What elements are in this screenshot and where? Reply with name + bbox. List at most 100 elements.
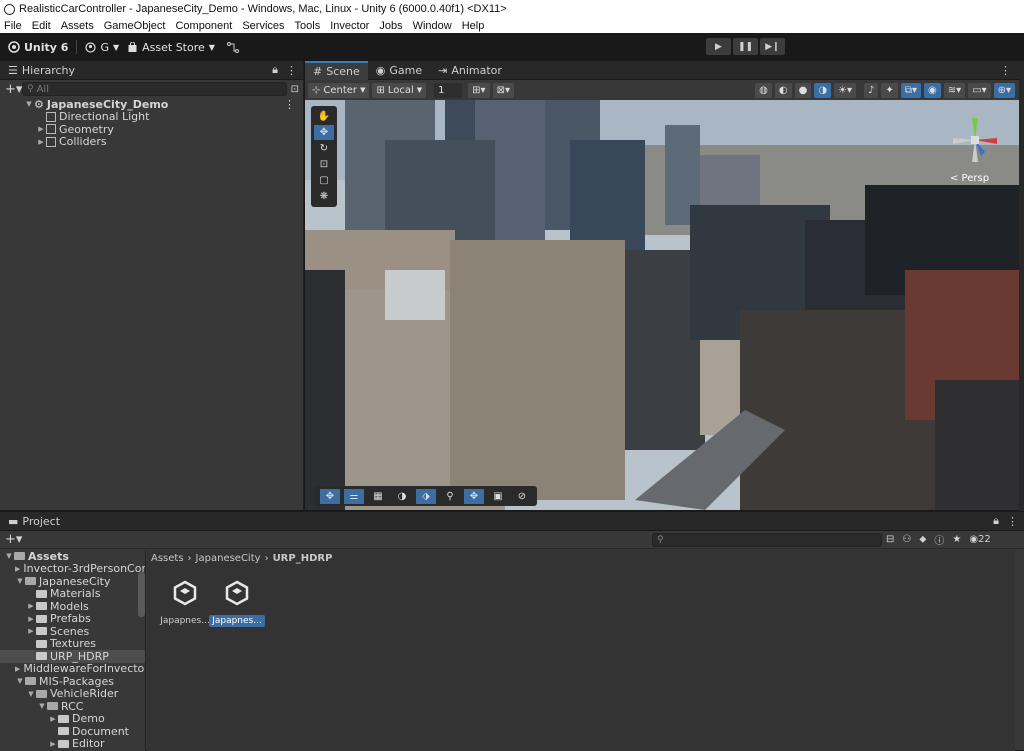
menu-services[interactable]: Services <box>242 20 284 32</box>
project-folder-row[interactable]: URP_HDRP <box>0 650 145 663</box>
expand-arrow-icon[interactable]: ▶ <box>26 615 36 623</box>
hierarchy-item-geometry[interactable]: ▶ Geometry <box>0 123 303 136</box>
tree-scrollbar[interactable] <box>138 572 145 617</box>
camera-tool[interactable]: ▣ <box>488 489 508 504</box>
lock-icon[interactable]: 🔒︎ <box>993 514 999 528</box>
grid-size-input[interactable]: 1 <box>434 82 463 98</box>
pause-button[interactable]: ❚❚ <box>733 38 758 55</box>
kebab-menu-icon[interactable]: ⋮ <box>1000 64 1011 77</box>
move-tool[interactable]: ✥ <box>314 125 334 140</box>
project-folder-row[interactable]: ▶ Scenes <box>0 625 145 638</box>
grid-snapping-button[interactable]: ⊞▾ <box>468 82 490 98</box>
menu-jobs[interactable]: Jobs <box>379 20 402 32</box>
menu-file[interactable]: File <box>4 20 22 32</box>
play-button[interactable]: ▶ <box>706 38 731 55</box>
project-folder-row[interactable]: ▼ VehicleRider <box>0 687 145 700</box>
audio-toggle[interactable]: ♪ <box>864 82 879 98</box>
project-search-input[interactable]: ⚲ <box>652 532 882 547</box>
asset-store-button[interactable]: Asset Store ▼ <box>127 41 215 54</box>
expand-arrow-icon[interactable]: ▶ <box>36 138 46 146</box>
expand-arrow-icon[interactable]: ▼ <box>4 552 14 560</box>
add-button[interactable]: +▾ <box>5 82 22 97</box>
probe-tool[interactable]: ⬗ <box>416 488 436 504</box>
menu-gameobject[interactable]: GameObject <box>104 20 166 32</box>
view-tool[interactable]: ✋ <box>314 109 334 124</box>
kebab-menu-icon[interactable]: ⋮ <box>284 98 295 111</box>
expand-arrow-icon[interactable]: ▶ <box>48 715 58 723</box>
project-folder-row[interactable]: ▼ MIS-Packages <box>0 675 145 688</box>
project-folder-row[interactable]: ▼ JapaneseCity <box>0 575 145 588</box>
pivot-space-dropdown[interactable]: ⊞ Local ▼ <box>372 82 427 98</box>
2d-lighting-button[interactable]: ◑ <box>814 82 832 98</box>
tab-hierarchy[interactable]: ☰ Hierarchy <box>0 61 83 80</box>
project-folder-row[interactable]: ▶ Invector-3rdPersonCor <box>0 562 145 575</box>
breadcrumb-item[interactable]: JapaneseCity <box>196 553 261 564</box>
hierarchy-search-input[interactable]: ⚲ All <box>22 82 287 96</box>
projection-label[interactable]: < Persp <box>950 173 989 184</box>
pivot-tool[interactable]: ✥ <box>464 488 484 504</box>
tab-project[interactable]: ▬ Project <box>0 512 68 531</box>
asset-item[interactable]: Japapnes... <box>157 580 213 627</box>
menu-assets[interactable]: Assets <box>61 20 94 32</box>
scale-tool[interactable]: ⊡ <box>314 157 334 172</box>
lighting-tool[interactable]: ◑ <box>392 489 412 504</box>
favorite-star-icon[interactable]: ★ <box>952 534 961 545</box>
lighting-toggle[interactable]: ☀▾ <box>834 82 857 98</box>
search-by-type-icon[interactable]: ⊟ <box>886 534 894 545</box>
step-button[interactable]: ▶❙ <box>760 38 785 55</box>
menu-edit[interactable]: Edit <box>32 20 51 32</box>
tag-icon[interactable]: ⬥ <box>919 534 926 545</box>
expand-arrow-icon[interactable]: ▶ <box>15 665 20 673</box>
menu-help[interactable]: Help <box>462 20 485 32</box>
project-folder-row[interactable]: Textures <box>0 637 145 650</box>
orientation-gizmo-icon[interactable] <box>945 110 1005 170</box>
menu-invector[interactable]: Invector <box>330 20 369 32</box>
menu-window[interactable]: Window <box>413 20 452 32</box>
search-tool[interactable]: ⚲ <box>440 489 460 504</box>
layers-dropdown[interactable]: ≋▾ <box>943 82 966 98</box>
project-folder-row[interactable]: ▶ Editor <box>0 737 145 750</box>
menu-component[interactable]: Component <box>175 20 232 32</box>
menu-tools[interactable]: Tools <box>295 20 321 32</box>
filter-icon[interactable]: ⚇ <box>902 534 911 545</box>
expand-arrow-icon[interactable]: ▼ <box>26 690 36 698</box>
rotate-tool[interactable]: ↻ <box>314 141 334 156</box>
tab-game[interactable]: ◉ Game <box>368 61 430 80</box>
scene-visibility-toggle[interactable]: ⧉▾ <box>900 82 921 98</box>
increment-snap-button[interactable]: ⊠▾ <box>492 82 514 98</box>
project-folder-row[interactable]: Document <box>0 725 145 738</box>
kebab-menu-icon[interactable]: ⋮ <box>1007 515 1018 528</box>
camera-dropdown[interactable]: ▭▾ <box>968 82 991 98</box>
effects-toggle[interactable]: ✦ <box>881 82 898 98</box>
info-icon[interactable]: ⓘ <box>934 532 944 547</box>
project-folder-row[interactable]: ▶ Demo <box>0 712 145 725</box>
expand-arrow-icon[interactable]: ▶ <box>36 125 46 133</box>
pivot-mode-dropdown[interactable]: ⊹ Center ▼ <box>308 82 370 98</box>
project-folder-row[interactable]: Materials <box>0 587 145 600</box>
gizmos-dropdown[interactable]: ⊕▾ <box>993 82 1015 98</box>
version-control-button[interactable] <box>226 41 239 53</box>
wireframe-button[interactable]: ◐ <box>774 82 792 98</box>
gizmos-visibility-toggle[interactable]: ◉ <box>923 82 941 98</box>
expand-arrow-icon[interactable]: ▶ <box>26 602 36 610</box>
breadcrumb-item[interactable]: Assets <box>151 553 184 564</box>
move-tool-bottom[interactable]: ✥ <box>320 488 340 504</box>
grid-tool[interactable]: ▦ <box>368 489 388 504</box>
expand-arrow-icon[interactable]: ▼ <box>15 577 25 585</box>
project-folder-row[interactable]: ▶ MiddlewareForInvector <box>0 662 145 675</box>
expand-arrow-icon[interactable]: ▼ <box>37 702 47 710</box>
kebab-menu-icon[interactable]: ⋮ <box>286 64 297 77</box>
hierarchy-item-directional-light[interactable]: Directional Light <box>0 110 303 123</box>
shaded-button[interactable]: ● <box>794 82 812 98</box>
breadcrumb-item[interactable]: URP_HDRP <box>273 553 333 564</box>
scene-viewport[interactable]: ✋ ✥ ↻ ⊡ ▢ ❋ ✥ ⚌ ▦ ◑ ⬗ ⚲ ✥ ▣ ⊘ < Persp <box>305 100 1019 510</box>
rect-tool[interactable]: ▢ <box>314 173 334 188</box>
hierarchy-item-colliders[interactable]: ▶ Colliders <box>0 135 303 148</box>
transform-tool[interactable]: ❋ <box>314 189 334 204</box>
expand-arrow-icon[interactable]: ▶ <box>48 740 58 748</box>
create-button[interactable]: +▾ <box>5 532 22 547</box>
project-folder-row[interactable]: ▼ Assets <box>0 550 145 563</box>
account-button[interactable]: G ▼ <box>85 41 119 54</box>
project-folder-row[interactable]: ▶ Models <box>0 600 145 613</box>
expand-arrow-icon[interactable]: ▼ <box>15 677 25 685</box>
